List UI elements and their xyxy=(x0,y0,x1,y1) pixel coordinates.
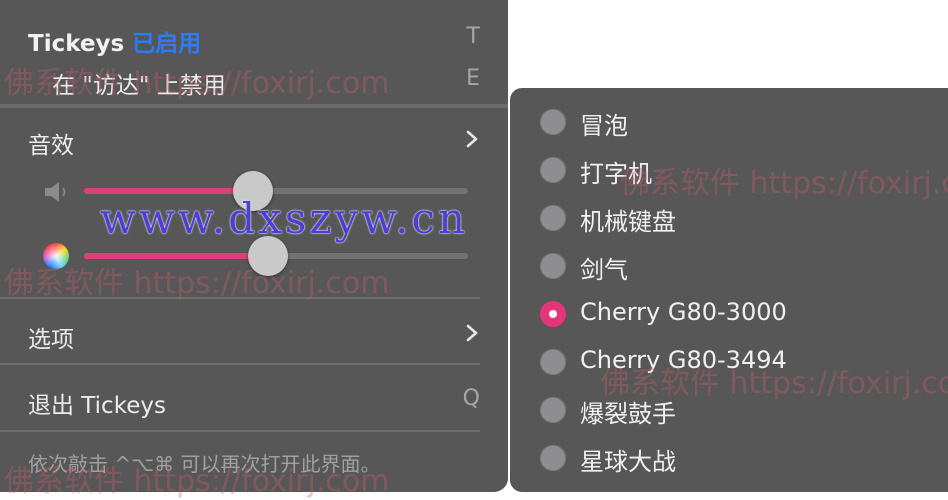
radio-icon[interactable] xyxy=(540,157,566,183)
chevron-right-icon xyxy=(466,324,478,342)
watermark: 佛系软件 https://foxirj.com xyxy=(4,66,390,101)
sound-option-label: 机械键盘 xyxy=(580,208,676,236)
sound-option[interactable]: 冒泡 xyxy=(510,99,948,145)
speaker-icon xyxy=(45,182,66,202)
shortcut-e: E xyxy=(466,66,480,91)
divider xyxy=(0,430,480,432)
watermark: 佛系软件 https://foxirj.com xyxy=(600,366,948,401)
sound-option[interactable]: 星球大战 xyxy=(510,435,948,481)
radio-icon[interactable] xyxy=(540,109,566,135)
shortcut-q: Q xyxy=(462,386,480,411)
enabled-status: 已启用 xyxy=(132,31,202,57)
header-title: Tickeys 已启用 xyxy=(28,24,201,58)
options-item[interactable]: 选项 xyxy=(0,312,508,353)
sound-effects-label: 音效 xyxy=(28,133,74,159)
sound-effects-item[interactable]: 音效 xyxy=(0,118,508,159)
watermark: www.dxszyw.cn xyxy=(100,194,469,243)
radio-icon[interactable] xyxy=(540,205,566,231)
sound-option[interactable]: 剑气 xyxy=(510,243,948,289)
radio-icon[interactable] xyxy=(540,349,566,375)
watermark: 佛系软件 https://foxirj.com xyxy=(620,166,948,201)
sound-option-label: Cherry G80-3000 xyxy=(580,298,787,326)
sound-option[interactable]: Cherry G80-3000 xyxy=(510,291,948,337)
radio-selected-icon[interactable] xyxy=(540,301,566,327)
sound-option-label: 星球大战 xyxy=(580,448,676,476)
app-name: Tickeys xyxy=(28,31,125,57)
radio-icon[interactable] xyxy=(540,397,566,423)
watermark: 佛系软件 https://foxirj.com xyxy=(4,464,390,499)
quit-label: 退出 Tickeys xyxy=(28,393,166,419)
options-label: 选项 xyxy=(28,327,74,353)
radio-icon[interactable] xyxy=(540,445,566,471)
header-divider xyxy=(0,104,508,108)
divider xyxy=(0,363,480,365)
quit-item[interactable]: 退出 Tickeys Q xyxy=(0,378,508,419)
sound-effects-submenu: 冒泡 打字机 机械键盘 剑气 Cherry G80-3000 Cherry G80-349… xyxy=(510,88,948,492)
menu-header[interactable]: Tickeys 已启用 T xyxy=(0,16,508,58)
sound-option-label: 剑气 xyxy=(580,256,628,284)
sound-option-label: 冒泡 xyxy=(580,112,628,140)
watermark: 佛系软件 https://foxirj.com xyxy=(4,266,390,301)
radio-icon[interactable] xyxy=(540,253,566,279)
shortcut-t: T xyxy=(466,24,480,49)
chevron-right-icon xyxy=(466,130,478,148)
